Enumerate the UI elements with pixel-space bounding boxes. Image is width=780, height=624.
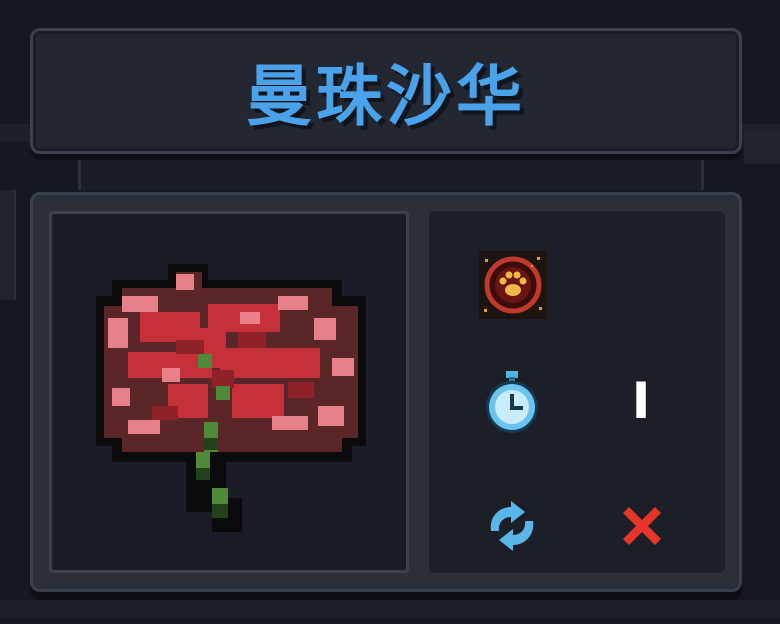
red-x-icon bbox=[623, 507, 661, 545]
panel-connector bbox=[78, 160, 704, 190]
refresh-arrows-icon bbox=[490, 501, 534, 551]
background-strip-bottom bbox=[0, 600, 780, 618]
background-chip-left bbox=[0, 190, 16, 300]
red-spider-lily-icon bbox=[96, 264, 366, 532]
item-image-frame bbox=[49, 211, 409, 573]
item-detail-panel: I bbox=[30, 192, 742, 592]
item-name: 曼珠沙华 bbox=[246, 58, 526, 135]
duration-value: I bbox=[631, 372, 651, 430]
background-chip-right bbox=[744, 130, 780, 164]
item-stats-pane: I bbox=[429, 211, 725, 573]
stopwatch-icon bbox=[486, 371, 538, 433]
paw-print-icon bbox=[479, 251, 547, 319]
item-title-panel: 曼珠沙华 bbox=[30, 28, 742, 154]
